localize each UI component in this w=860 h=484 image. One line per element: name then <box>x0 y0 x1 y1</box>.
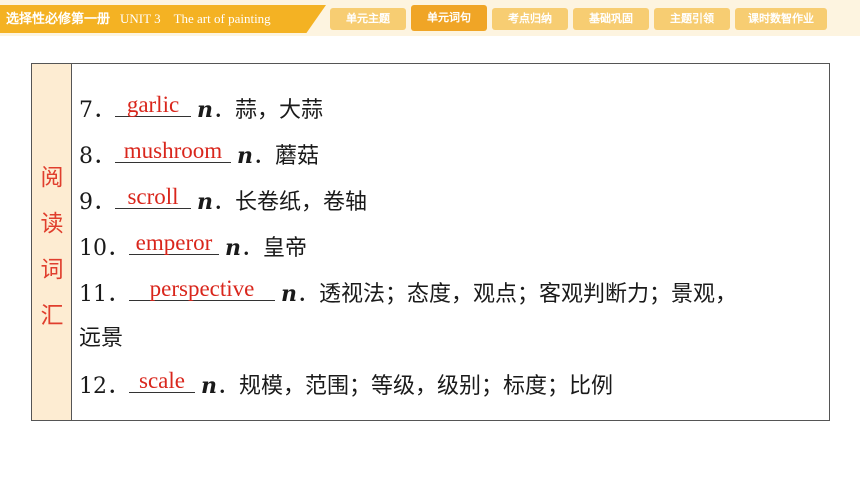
part-of-speech: n <box>237 143 253 169</box>
part-of-speech: n <box>281 281 297 307</box>
answer-blank: mushroom <box>115 138 231 163</box>
part-of-speech: n <box>197 97 213 123</box>
sidebar-char: 读 <box>40 211 64 237</box>
entry-meaning: ．皇帝 <box>241 236 308 261</box>
vocab-entry: 10． emperor n．皇帝 <box>79 230 815 264</box>
part-of-speech: n <box>225 235 241 261</box>
part-of-speech: n <box>197 189 213 215</box>
entry-number: 11． <box>79 282 129 307</box>
vocabulary-panel: 阅 读 词 汇 7． garlic n．蒜，大蒜 8． mushroom n．蘑菇 9．… <box>31 63 830 421</box>
entry-meaning: ．透视法；态度，观点；客观判断力；景观， <box>297 282 738 307</box>
entry-meaning: ．蘑菇 <box>253 144 320 169</box>
entry-number: 9． <box>79 190 115 215</box>
answer-blank: garlic <box>115 92 191 117</box>
answer-text: scroll <box>127 184 179 209</box>
nav-tab-unit-theme[interactable]: 单元主题 <box>330 8 406 30</box>
answer-blank: emperor <box>129 230 219 255</box>
nav-tab-homework[interactable]: 课时数智作业 <box>735 8 827 30</box>
answer-text: scale <box>139 368 185 393</box>
answer-blank: perspective <box>129 276 275 301</box>
answer-blank: scale <box>129 368 195 393</box>
vocab-entry-continuation: 远景 <box>79 324 815 354</box>
vocab-entry: 9． scroll n．长卷纸，卷轴 <box>79 184 815 218</box>
entry-number: 12． <box>79 374 129 399</box>
entry-number: 10． <box>79 236 129 261</box>
sidebar-char: 阅 <box>40 165 64 191</box>
vocab-entry: 7． garlic n．蒜，大蒜 <box>79 92 815 126</box>
entry-number: 7． <box>79 98 115 123</box>
unit-title: UNIT 3 The art of painting <box>120 11 271 26</box>
course-title: 选择性必修第一册 <box>6 12 111 27</box>
nav-tab-unit-words[interactable]: 单元词句 <box>411 5 487 31</box>
entry-meaning-continued: 远景 <box>79 326 124 351</box>
entry-meaning: ．规模，范围；等级，级别；标度；比例 <box>217 374 614 399</box>
course-title-banner: 选择性必修第一册 UNIT 3 The art of painting <box>0 5 326 33</box>
answer-text: mushroom <box>123 138 223 163</box>
sidebar-char: 词 <box>40 257 64 283</box>
nav-tab-key-points[interactable]: 考点归纳 <box>492 8 568 30</box>
nav-tab-basic-practice[interactable]: 基础巩固 <box>573 8 649 30</box>
section-sidebar: 阅 读 词 汇 <box>32 64 72 420</box>
top-header: 选择性必修第一册 UNIT 3 The art of painting 单元主题 … <box>0 0 860 36</box>
answer-blank: scroll <box>115 184 191 209</box>
entry-meaning: ．长卷纸，卷轴 <box>213 190 368 215</box>
vocab-entry: 11． perspective n．透视法；态度，观点；客观判断力；景观， <box>79 276 815 310</box>
answer-text: perspective <box>149 276 255 301</box>
vocab-entry: 8． mushroom n．蘑菇 <box>79 138 815 172</box>
part-of-speech: n <box>201 373 217 399</box>
entry-meaning: ．蒜，大蒜 <box>213 98 324 123</box>
vocab-entry: 12． scale n．规模，范围；等级，级别；标度；比例 <box>79 368 815 402</box>
nav-tab-theme-guide[interactable]: 主题引领 <box>654 8 730 30</box>
answer-text: emperor <box>135 230 213 255</box>
sidebar-char: 汇 <box>40 303 64 329</box>
answer-text: garlic <box>126 92 180 117</box>
entry-number: 8． <box>79 144 115 169</box>
